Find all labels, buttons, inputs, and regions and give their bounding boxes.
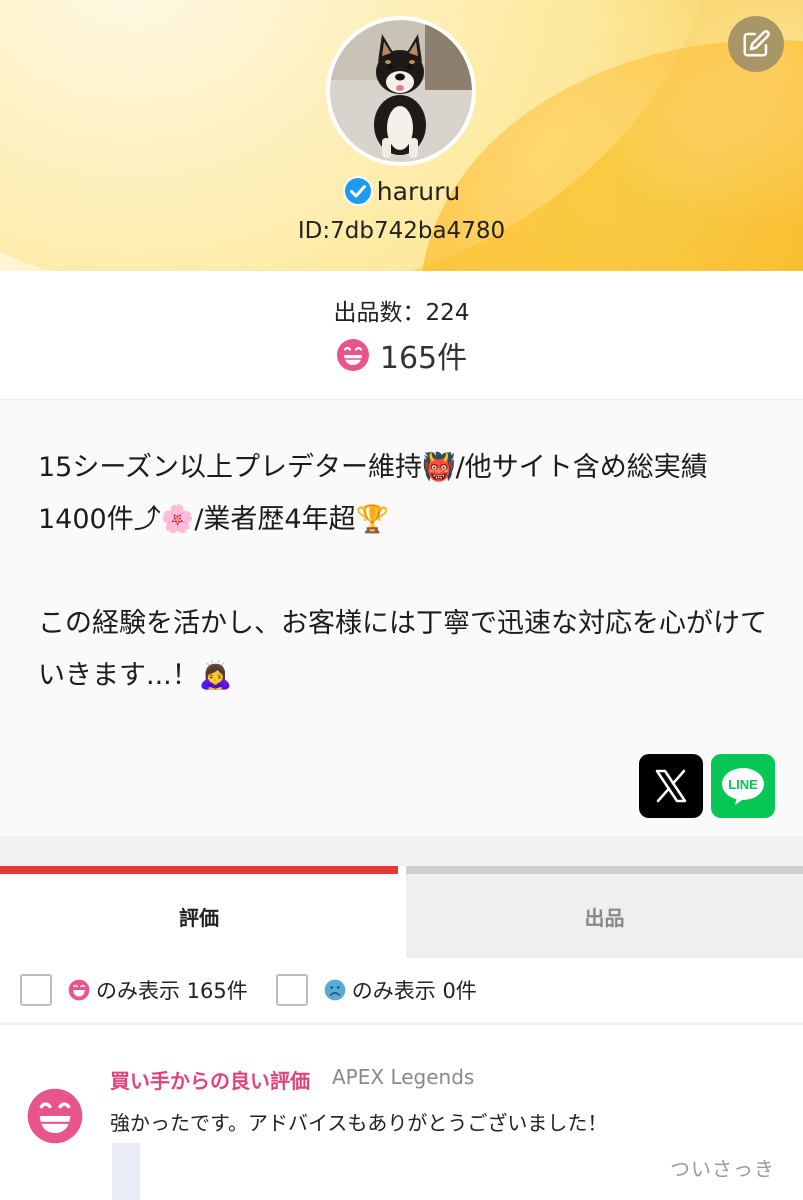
sad-face-icon [324,979,346,1001]
review-game-title: APEX Legends [332,1065,475,1089]
username: haruru [376,176,461,206]
tab-listings[interactable]: 出品 [406,866,803,958]
review-filters: のみ表示 165件 のみ表示 0件 [0,958,803,1025]
listing-count: 出品数：224 [333,300,470,326]
share-line-button[interactable]: LINE [711,754,775,818]
user-id: ID:7db742ba4780 [297,218,506,244]
verified-check-icon [342,176,373,206]
good-review-face-icon [27,1088,83,1144]
review-timestamp: ついさっき [670,1157,775,1181]
profile-bio-section: 15シーズン以上プレデター維持👹/他サイト含め総実績1400件⤴🌸/業者歴4年超… [0,400,803,836]
avatar-photo [330,20,472,162]
happy-face-icon [68,979,90,1001]
filter-bad-reviews[interactable]: のみ表示 0件 [275,974,477,1006]
bio-text: 15シーズン以上プレデター維持👹/他サイト含め総実績1400件⤴🌸/業者歴4年超… [38,452,767,691]
avatar[interactable] [326,16,476,166]
shiba-dog-image [330,20,472,162]
line-logo-text: LINE [728,777,758,792]
profile-header: haruru ID:7db742ba4780 [0,0,803,271]
grinning-face-icon [336,339,369,371]
rating-summary[interactable]: 165件 [0,333,803,377]
edit-profile-button[interactable] [728,16,784,72]
rating-count: 165件 [379,341,468,376]
x-logo-icon [655,769,687,803]
edit-pencil-icon [743,30,770,57]
section-divider [0,836,803,866]
share-x-button[interactable] [639,754,703,818]
review-list-item[interactable]: 買い手からの良い評価 APEX Legends 強かったです。アドバイスもありが… [0,1025,803,1200]
profile-tabs: 評価 出品 [0,866,803,958]
filter-good-reviews[interactable]: のみ表示 165件 [20,974,248,1006]
review-thumbnail [112,1143,140,1200]
filter-good-checkbox[interactable] [20,974,52,1006]
filter-good-label: のみ表示 165件 [96,979,248,1003]
tab-reviews[interactable]: 評価 [0,866,398,958]
review-type: 買い手からの良い評価 [110,1069,310,1093]
profile-stats: 出品数：224 165件 [0,271,803,400]
line-logo-icon: LINE [722,768,764,805]
filter-bad-label: のみ表示 0件 [351,979,477,1003]
review-body: 強かったです。アドバイスもありがとうございました！ [110,1111,608,1135]
username-row: haruru [0,176,803,206]
filter-bad-checkbox[interactable] [275,974,308,1006]
